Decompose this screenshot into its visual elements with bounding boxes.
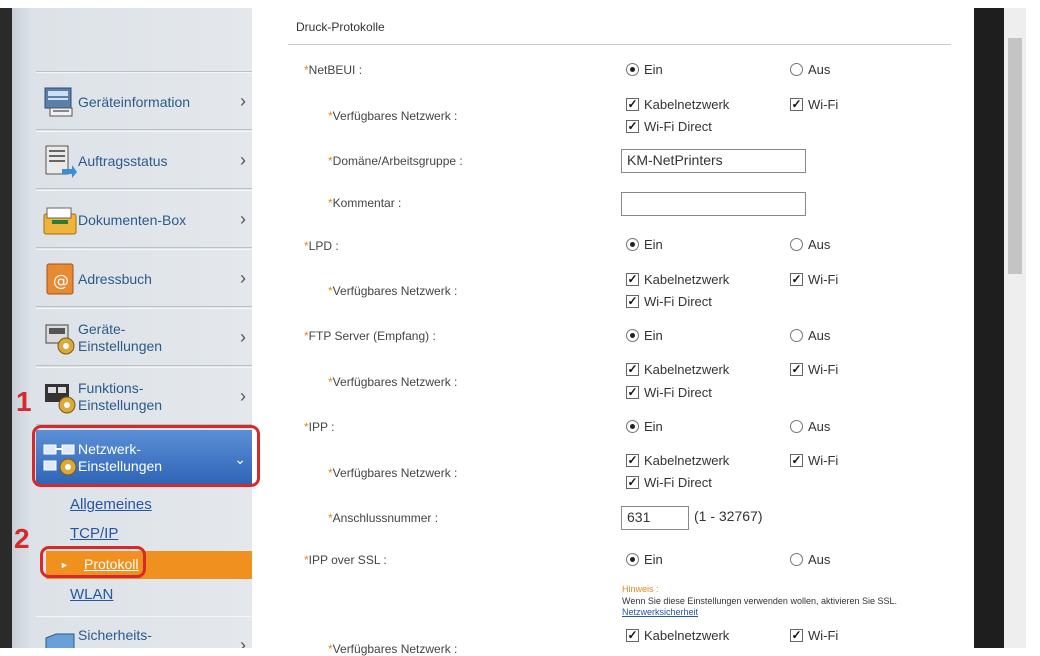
sidebar-item-label: Adressbuch bbox=[78, 270, 152, 287]
chevron-right-icon: › bbox=[240, 268, 246, 288]
sidebar-item-label: Geräteinformation bbox=[78, 93, 191, 110]
ftp-wifi-direct-checkbox[interactable]: ✓ Wi-Fi Direct bbox=[626, 385, 712, 400]
callout-protocol bbox=[40, 546, 146, 578]
ippssl-on-radio[interactable]: Ein bbox=[626, 552, 663, 567]
sidebar-item-address-book[interactable]: @ Adressbuch › bbox=[36, 249, 252, 307]
netbeui-network-label: *Verfügbares Netzwerk : bbox=[328, 109, 458, 123]
netbeui-label: *NetBEUI : bbox=[304, 63, 363, 77]
chevron-right-icon: › bbox=[240, 150, 246, 170]
sidebar-item-device-settings[interactable]: Geräte- Einstellungen › bbox=[36, 308, 252, 366]
sidebar-item-label: Dokumenten-Box bbox=[78, 211, 187, 228]
ftp-on-radio[interactable]: Ein bbox=[626, 328, 663, 343]
function-settings-icon bbox=[42, 379, 78, 415]
ipp-on-radio[interactable]: Ein bbox=[626, 419, 663, 434]
chevron-right-icon: › bbox=[240, 386, 246, 406]
chevron-right-icon: › bbox=[240, 209, 246, 229]
lpd-label: *LPD : bbox=[304, 239, 339, 253]
comment-input[interactable] bbox=[621, 192, 806, 216]
scrollbar-thumb[interactable] bbox=[1008, 38, 1022, 274]
ftp-label: *FTP Server (Empfang) : bbox=[304, 329, 436, 343]
hint-text: Wenn Sie diese Einstellungen verwenden w… bbox=[622, 596, 897, 617]
sidebar-item-document-box[interactable]: Dokumenten-Box › bbox=[36, 190, 252, 248]
ipp-label: *IPP : bbox=[304, 420, 335, 434]
chevron-right-icon: › bbox=[240, 327, 246, 347]
chevron-right-icon: › bbox=[240, 635, 246, 648]
lpd-network-label: *Verfügbares Netzwerk : bbox=[328, 284, 458, 298]
sidebar-item-label: Auftragsstatus bbox=[78, 152, 168, 169]
ftp-network-label: *Verfügbares Netzwerk : bbox=[328, 375, 458, 389]
sidebar-item-label: Geräte- Einstellungen bbox=[78, 321, 163, 354]
ipp-off-radio[interactable]: Aus bbox=[790, 419, 830, 434]
network-security-link[interactable]: Netzwerksicherheit bbox=[622, 607, 698, 617]
sidebar-item-label: Funktions- Einstellungen bbox=[78, 380, 163, 413]
chevron-right-icon: › bbox=[240, 91, 246, 111]
callout-network-settings bbox=[32, 425, 260, 487]
netbeui-wifi-checkbox[interactable]: ✓ Wi-Fi bbox=[790, 97, 838, 112]
device-settings-icon bbox=[42, 320, 78, 356]
subnav-general[interactable]: Allgemeines bbox=[70, 496, 152, 513]
sidebar-item-device-info[interactable]: Geräteinformation › bbox=[36, 72, 252, 130]
subnav-tcpip[interactable]: TCP/IP bbox=[70, 525, 118, 542]
step-marker-2: 2 bbox=[14, 523, 30, 554]
main-content: Druck-Protokolle *NetBEUI : Ein Aus *Ver… bbox=[268, 8, 973, 656]
ippssl-wifi-checkbox[interactable]: ✓ Wi-Fi bbox=[790, 628, 838, 643]
subnav-wlan[interactable]: WLAN bbox=[70, 586, 113, 603]
device-info-icon bbox=[42, 84, 78, 120]
ipp-network-label: *Verfügbares Netzwerk : bbox=[328, 466, 458, 480]
lpd-on-radio[interactable]: Ein bbox=[626, 237, 663, 252]
ftp-wifi-checkbox[interactable]: ✓ Wi-Fi bbox=[790, 362, 838, 377]
netbeui-on-radio[interactable]: Ein bbox=[626, 62, 663, 77]
hint-heading: Hinweis : bbox=[622, 584, 659, 594]
ippssl-off-radio[interactable]: Aus bbox=[790, 552, 830, 567]
ipp-wifi-direct-checkbox[interactable]: ✓ Wi-Fi Direct bbox=[626, 475, 712, 490]
document-box-icon bbox=[42, 202, 78, 238]
comment-label: *Kommentar : bbox=[328, 196, 402, 210]
sidebar-item-job-status[interactable]: Auftragsstatus › bbox=[36, 131, 252, 189]
lpd-cable-checkbox[interactable]: ✓ Kabelnetzwerk bbox=[626, 272, 729, 287]
ipp-wifi-checkbox[interactable]: ✓ Wi-Fi bbox=[790, 453, 838, 468]
job-status-icon bbox=[42, 143, 78, 179]
window-edge-left bbox=[0, 8, 12, 648]
ippssl-label: *IPP over SSL : bbox=[304, 553, 387, 567]
netbeui-off-radio[interactable]: Aus bbox=[790, 62, 830, 77]
port-label: *Anschlussnummer : bbox=[328, 511, 439, 525]
netbeui-wifi-direct-checkbox[interactable]: ✓ Wi-Fi Direct bbox=[626, 119, 712, 134]
domain-input[interactable]: KM-NetPrinters bbox=[621, 149, 806, 173]
ipp-cable-checkbox[interactable]: ✓ Kabelnetzwerk bbox=[626, 453, 729, 468]
sidebar-item-security-settings[interactable]: Sicherheits- › bbox=[36, 616, 252, 648]
lpd-wifi-direct-checkbox[interactable]: ✓ Wi-Fi Direct bbox=[626, 294, 712, 309]
sidebar-item-function-settings[interactable]: Funktions- Einstellungen › bbox=[36, 367, 252, 425]
ftp-cable-checkbox[interactable]: ✓ Kabelnetzwerk bbox=[626, 362, 729, 377]
section-title: Druck-Protokolle bbox=[296, 20, 385, 34]
port-input[interactable]: 631 bbox=[621, 506, 689, 530]
ippssl-network-label: *Verfügbares Netzwerk : bbox=[328, 642, 458, 656]
step-marker-1: 1 bbox=[16, 386, 32, 417]
netbeui-cable-checkbox[interactable]: ✓ Kabelnetzwerk bbox=[626, 97, 729, 112]
sidebar-item-label: Sicherheits- bbox=[78, 627, 152, 643]
address-book-icon: @ bbox=[42, 261, 78, 297]
window-edge-right bbox=[974, 8, 1004, 648]
security-icon bbox=[42, 628, 78, 648]
ippssl-cable-checkbox[interactable]: ✓ Kabelnetzwerk bbox=[626, 628, 729, 643]
lpd-wifi-checkbox[interactable]: ✓ Wi-Fi bbox=[790, 272, 838, 287]
ftp-off-radio[interactable]: Aus bbox=[790, 328, 830, 343]
port-range: (1 - 32767) bbox=[694, 508, 763, 524]
lpd-off-radio[interactable]: Aus bbox=[790, 237, 830, 252]
svg-text:@: @ bbox=[53, 271, 69, 290]
domain-label: *Domäne/Arbeitsgruppe : bbox=[328, 154, 463, 168]
section-divider bbox=[288, 44, 951, 45]
